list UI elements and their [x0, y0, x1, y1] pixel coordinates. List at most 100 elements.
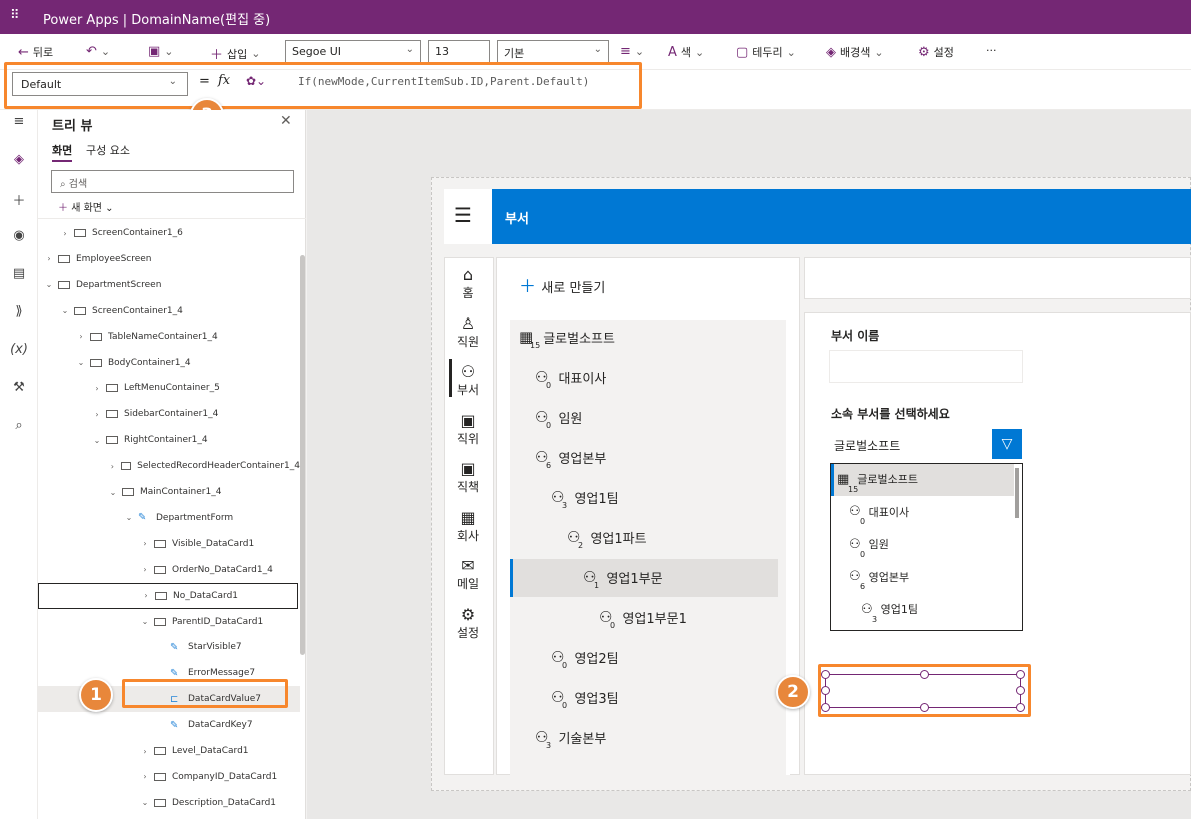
department-list-item[interactable]: ▦ 15 글로벌소프트 [519, 318, 615, 356]
chevron-down-icon[interactable]: ⌄ [60, 306, 70, 315]
waffle-icon[interactable]: ⠿ [10, 9, 24, 23]
tree-row[interactable]: ⌄ ScreenContainer1_4 [38, 298, 300, 324]
hamburger-icon[interactable]: ≡ [10, 114, 28, 129]
department-list-item[interactable]: ⚇ 0 영업3팀 [551, 678, 619, 716]
dropdown-item[interactable]: ▦ 15 글로벌소프트 [837, 463, 918, 495]
tree-row[interactable]: › EmployeeScreen [38, 246, 300, 272]
resize-handle[interactable] [1016, 670, 1025, 679]
close-icon[interactable]: ✕ [280, 113, 292, 129]
chevron-right-icon[interactable]: › [60, 229, 70, 238]
font-family-select[interactable]: Segoe UI ⌄ [285, 40, 421, 64]
chevron-right-icon[interactable]: › [140, 565, 150, 574]
department-list-item[interactable]: ⚇ 3 기술본부 [535, 718, 606, 756]
tree-row[interactable]: › CompanyID_DataCard1 [38, 764, 300, 790]
chevron-right-icon[interactable]: › [108, 462, 117, 471]
department-list-item[interactable]: ⚇ 6 영업본부 [535, 438, 606, 476]
resize-handle[interactable] [821, 670, 830, 679]
tree-row[interactable]: ✎ StarVisible7 [38, 634, 300, 660]
tree-row[interactable]: ⌄ DepartmentScreen [38, 272, 300, 298]
hamburger-icon[interactable]: ☰ [454, 205, 472, 225]
settings-button[interactable]: ⚙ 설정 [918, 44, 954, 60]
color-button[interactable]: A 색 ⌄ [668, 44, 704, 60]
new-button[interactable]: ＋ 새로 만들기 [519, 272, 605, 297]
chevron-right-icon[interactable]: › [140, 772, 150, 781]
tree-row[interactable]: › No_DataCard1 [38, 582, 298, 609]
resize-handle[interactable] [821, 703, 830, 712]
tree-row[interactable]: ⌄ MainContainer1_4 [38, 479, 300, 505]
media-icon[interactable]: ▤ [10, 266, 28, 281]
font-weight-select[interactable]: 기본 ⌄ [497, 40, 609, 64]
resize-handle[interactable] [1016, 703, 1025, 712]
chevron-down-icon[interactable]: ⌄ [124, 513, 134, 522]
dropdown-scrollbar[interactable] [1015, 468, 1019, 518]
tree-row[interactable]: ⌄ Description_DataCard1 [38, 790, 300, 816]
dropdown-item[interactable]: ⚇ 6 영업본부 [849, 561, 909, 593]
department-list-item[interactable]: ⚇ 0 영업1부문1 [599, 598, 687, 636]
department-list-item[interactable]: ⚇ 0 영업2팀 [551, 638, 619, 676]
chevron-down-icon[interactable]: ⌄ [76, 358, 86, 367]
tree-row[interactable]: › Visible_DataCard1 [38, 531, 300, 557]
tree-row[interactable]: › SelectedRecordHeaderContainer1_4 [38, 453, 300, 479]
department-list-item[interactable]: ⚇ 2 영업1파트 [567, 518, 647, 556]
chevron-right-icon[interactable]: › [140, 747, 150, 756]
dropdown-item[interactable]: ⚇ 3 영업1팀 [861, 593, 918, 625]
tab-screens[interactable]: 화면 [52, 142, 73, 162]
dropdown-item[interactable]: ⚇ 0 임원 [849, 528, 889, 560]
tree-row[interactable]: › Level_DataCard1 [38, 738, 300, 764]
dropdown-item[interactable]: ⚇ 0 대표이사 [849, 496, 909, 528]
tree-row[interactable]: › OrderNo_DataCard1_4 [38, 557, 300, 583]
nav-item[interactable]: ⌂ 홈 [446, 266, 490, 301]
chevron-down-icon[interactable]: ⌄ [140, 798, 150, 807]
tree-row[interactable]: ⌄ BodyContainer1_4 [38, 350, 300, 376]
nav-item[interactable]: ⚇ 부서 [446, 363, 490, 398]
chevron-down-icon[interactable]: ⌄ [44, 280, 54, 289]
nav-item[interactable]: ♙ 직원 [446, 314, 490, 350]
department-list-item[interactable]: ⚇ 1 영업1부문 [583, 558, 663, 596]
chevron-right-icon[interactable]: › [76, 332, 86, 341]
align-button[interactable]: ≡ ⌄ [620, 44, 644, 59]
insert-button[interactable]: ＋ 삽입 ⌄ [210, 44, 260, 63]
chevron-down-icon[interactable]: ⌄ [108, 488, 118, 497]
more-button[interactable]: ··· [986, 44, 997, 57]
tree-row[interactable]: ⌄ RightContainer1_4 [38, 427, 300, 453]
variables-icon[interactable]: (x) [10, 342, 28, 357]
border-button[interactable]: ▢ 테두리 ⌄ [736, 44, 796, 60]
tree-row[interactable]: › ScreenContainer1_6 [38, 220, 300, 246]
fill-button[interactable]: ◈ 배경색 ⌄ [826, 44, 884, 60]
paste-button[interactable]: ▣ ⌄ [148, 44, 174, 59]
nav-item[interactable]: ▣ 직책 [446, 460, 490, 495]
department-list-item[interactable]: ⚇ 0 대표이사 [535, 358, 606, 396]
back-button[interactable]: ← 뒤로 [18, 44, 53, 60]
nav-item[interactable]: ✉ 메일 [446, 557, 490, 592]
nav-item[interactable]: ▣ 직위 [446, 411, 490, 447]
tree-row[interactable]: › TableNameContainer1_4 [38, 324, 300, 350]
tree-row[interactable]: ✎ DataCardKey7 [38, 712, 300, 738]
chevron-right-icon[interactable]: › [92, 384, 102, 393]
tab-components[interactable]: 구성 요소 [86, 142, 130, 158]
chevron-down-icon[interactable]: ⌄ [140, 617, 150, 626]
nav-item[interactable]: ⚙ 설정 [446, 605, 490, 641]
tree-scrollbar[interactable] [300, 255, 305, 655]
resize-handle[interactable] [920, 670, 929, 679]
chevron-right-icon[interactable]: › [141, 591, 151, 600]
dropdown-toggle-button[interactable]: ▽ [992, 429, 1022, 459]
plus-icon[interactable]: ＋ [10, 190, 28, 209]
font-size-input[interactable]: 13 [428, 40, 490, 64]
chevron-right-icon[interactable]: › [44, 254, 54, 263]
tree-row[interactable]: › SidebarContainer1_4 [38, 401, 300, 427]
layers-icon[interactable]: ◈ [10, 152, 28, 167]
department-list-item[interactable]: ⚇ 0 임원 [535, 398, 582, 436]
resize-handle[interactable] [920, 703, 929, 712]
tools-icon[interactable]: ⚒ [10, 380, 28, 395]
tree-row[interactable]: ⌄ ✎ DepartmentForm [38, 505, 300, 531]
database-icon[interactable]: ◉ [10, 228, 28, 243]
new-screen-button[interactable]: ＋ 새 화면 ⌄ [58, 199, 114, 214]
nav-item[interactable]: ▦ 회사 [446, 508, 490, 544]
resize-handle[interactable] [1016, 686, 1025, 695]
tree-search-input[interactable]: ⌕ 검색 [51, 170, 294, 193]
department-list-item[interactable]: ⚇ 3 영업1팀 [551, 478, 619, 516]
tree-row[interactable]: › LeftMenuContainer_5 [38, 375, 300, 401]
chevron-down-icon[interactable]: ⌄ [92, 436, 102, 445]
resize-handle[interactable] [821, 686, 830, 695]
chevron-right-icon[interactable]: › [140, 539, 150, 548]
